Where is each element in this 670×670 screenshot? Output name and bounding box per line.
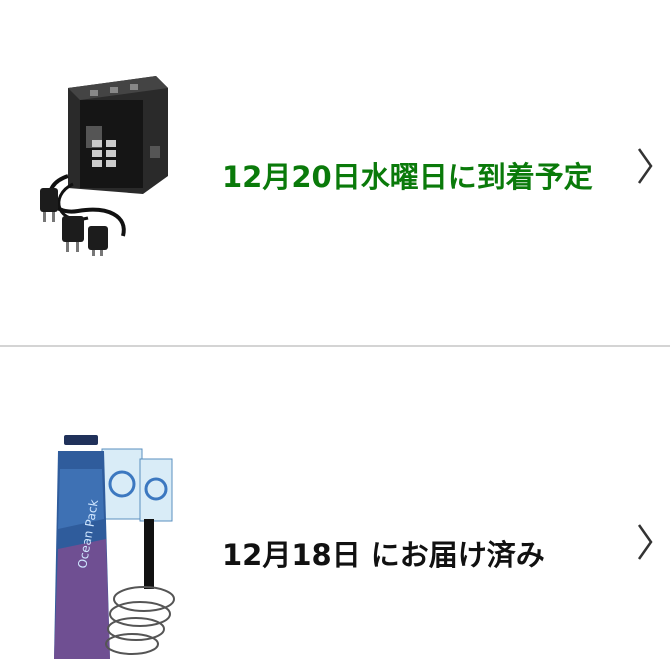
chevron-right-icon[interactable]	[636, 146, 654, 186]
power-strip-product-icon	[40, 76, 168, 256]
dry-bag-product-icon: Ocean Pack	[54, 435, 175, 659]
chevron-right-icon[interactable]	[636, 522, 654, 562]
delivery-status: 12月20日水曜日に到着予定	[222, 160, 593, 194]
order-row-arriving[interactable]: 12月20日水曜日に到着予定	[0, 0, 670, 345]
order-row-delivered[interactable]: Ocean Pack 12月18日 にお届け済み	[0, 347, 670, 670]
delivery-status: 12月18日 にお届け済み	[222, 538, 545, 572]
